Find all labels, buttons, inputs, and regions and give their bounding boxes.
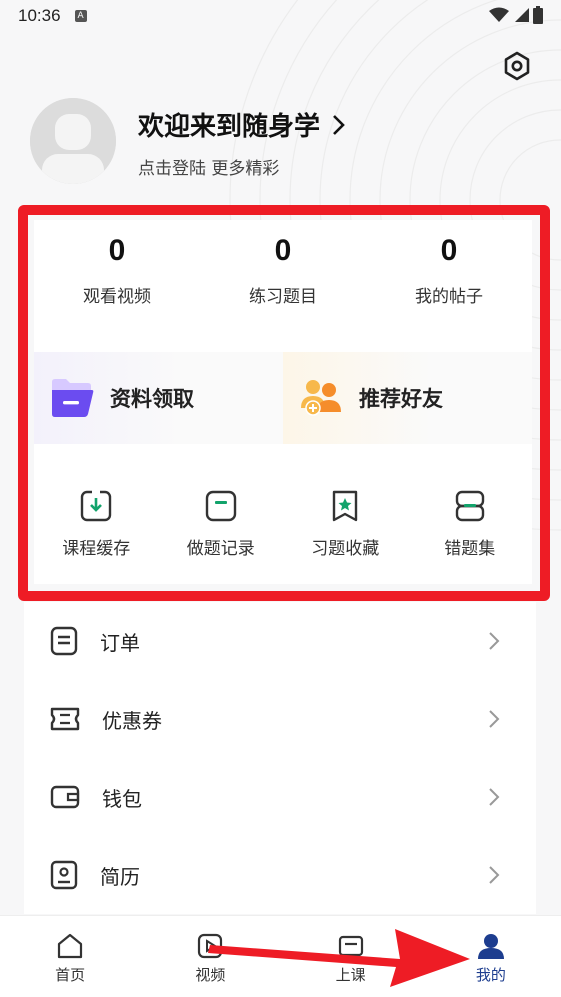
status-time: 10:36 <box>18 6 61 25</box>
bottom-tab-bar: 首页 视频 上课 我的 <box>0 915 561 997</box>
chevron-right-icon <box>333 114 345 135</box>
tab-label: 上课 <box>335 966 366 984</box>
menu-label: 钱包 <box>102 786 142 811</box>
notification-badge: A <box>74 10 87 22</box>
wallet-icon <box>50 785 80 809</box>
coupon-icon <box>50 707 80 731</box>
system-icons <box>489 6 543 24</box>
tab-mine[interactable]: 我的 <box>421 916 561 997</box>
default-avatar-icon <box>30 98 116 184</box>
home-icon <box>58 933 83 959</box>
class-icon <box>338 935 363 957</box>
order-icon <box>50 626 78 656</box>
menu-label: 订单 <box>100 630 140 655</box>
tab-home[interactable]: 首页 <box>0 916 140 997</box>
menu-item-wallet[interactable]: 钱包 <box>24 758 536 836</box>
status-bar: 10:36 A <box>0 0 561 32</box>
settings-icon <box>504 51 530 81</box>
battery-icon <box>533 6 543 24</box>
menu-label: 优惠券 <box>102 708 162 733</box>
menu-item-orders[interactable]: 订单 <box>24 602 536 680</box>
user-icon <box>477 934 504 959</box>
highlight-frame <box>18 205 550 601</box>
menu-item-resume[interactable]: 简历 <box>24 836 536 914</box>
profile-header[interactable]: 欢迎来到随身学 点击登陆 更多精彩 <box>30 98 530 188</box>
profile-title[interactable]: 欢迎来到随身学 <box>138 106 346 143</box>
tab-label: 视频 <box>195 966 226 984</box>
menu-label: 简历 <box>100 864 140 889</box>
wifi-icon <box>489 7 509 22</box>
chevron-right-icon <box>489 866 500 884</box>
menu-list: 订单 优惠券 钱包 简历 <box>24 602 536 914</box>
login-prompt[interactable]: 点击登陆 更多精彩 <box>138 154 279 179</box>
avatar[interactable] <box>30 98 116 184</box>
chevron-right-icon <box>489 788 500 806</box>
signal-icon <box>515 8 529 22</box>
resume-icon <box>50 860 78 890</box>
tab-label: 首页 <box>55 966 86 984</box>
welcome-text: 欢迎来到随身学 <box>138 112 321 142</box>
tab-class[interactable]: 上课 <box>281 916 421 997</box>
settings-button[interactable] <box>499 48 535 84</box>
chevron-right-icon <box>489 632 500 650</box>
tab-label: 我的 <box>475 966 506 984</box>
chevron-right-icon <box>489 710 500 728</box>
menu-item-coupons[interactable]: 优惠券 <box>24 680 536 758</box>
tab-video[interactable]: 视频 <box>140 916 280 997</box>
video-icon <box>198 933 223 959</box>
